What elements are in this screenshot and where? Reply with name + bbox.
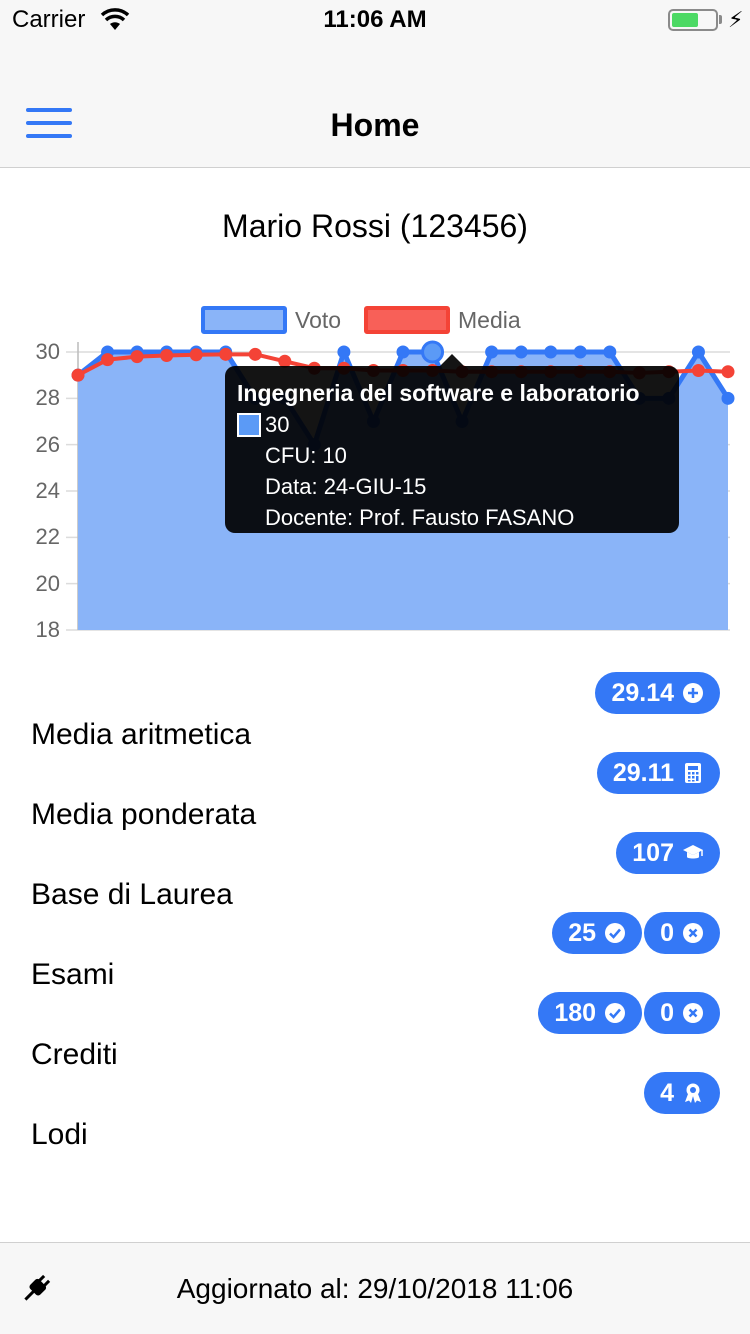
tooltip-date: Data: 24-GIU-15 <box>265 474 427 499</box>
base-laurea-badge[interactable]: 107 <box>616 832 720 874</box>
y-tick-label: 20 <box>35 570 60 596</box>
tooltip-teacher: Docente: Prof. Fausto FASANO <box>265 505 575 530</box>
data-point-media[interactable] <box>248 347 262 361</box>
data-point-voto[interactable] <box>337 345 351 359</box>
crediti-passed-value: 180 <box>554 998 597 1027</box>
tooltip-value-line: 30 <box>237 412 667 438</box>
student-name: Mario Rossi (123456) <box>222 208 528 244</box>
crediti-failed-value: 0 <box>660 998 674 1027</box>
plus-circle-icon <box>683 683 703 703</box>
check-circle-icon <box>605 923 626 943</box>
lodi-badge[interactable]: 4 <box>644 1072 720 1114</box>
crediti-label: Crediti <box>31 1038 118 1071</box>
check-circle-icon <box>605 1003 626 1023</box>
stat-lodi: Lodi 4 <box>0 1072 750 1152</box>
base-laurea-value: 107 <box>632 838 674 867</box>
y-tick-label: 26 <box>35 431 60 457</box>
tooltip-arrow <box>440 354 464 366</box>
esami-failed-value: 0 <box>660 918 674 947</box>
battery-fill <box>672 13 698 27</box>
data-point-media[interactable] <box>160 348 174 362</box>
data-point-voto[interactable] <box>691 345 705 359</box>
x-circle-icon <box>683 1003 703 1023</box>
lodi-value: 4 <box>660 1078 674 1107</box>
y-tick-label: 22 <box>35 524 60 550</box>
media-ponderata-label: Media ponderata <box>31 798 257 831</box>
data-point-media[interactable] <box>71 368 85 382</box>
data-point-voto[interactable] <box>603 345 617 359</box>
media-aritmetica-value: 29.14 <box>611 678 674 707</box>
media-ponderata-value: 29.11 <box>612 758 674 787</box>
tooltip-cfu: CFU: 10 <box>265 443 347 468</box>
y-tick-label: 28 <box>35 385 60 411</box>
footer-bar: Aggiornato al: 29/10/2018 11:06 <box>0 1242 750 1334</box>
data-point-voto[interactable] <box>485 345 499 359</box>
base-laurea-label: Base di Laurea <box>31 878 233 911</box>
x-circle-icon <box>683 923 703 943</box>
crediti-failed-badge[interactable]: 0 <box>644 992 720 1034</box>
data-point-media[interactable] <box>691 364 705 378</box>
calculator-icon <box>685 763 701 783</box>
data-point-media[interactable] <box>189 348 203 362</box>
media-aritmetica-badge[interactable]: 29.14 <box>595 672 720 714</box>
stat-crediti: Crediti 180 0 <box>0 992 750 1072</box>
media-aritmetica-label: Media aritmetica <box>31 718 252 751</box>
charging-bolt-icon: ⚡︎ <box>728 7 744 32</box>
data-point-media[interactable] <box>101 353 115 367</box>
navigation-bar: Home <box>0 40 750 168</box>
stat-base-laurea: Base di Laurea 107 <box>0 832 750 912</box>
media-ponderata-badge[interactable]: 29.11 <box>596 752 720 794</box>
battery-cap <box>719 15 722 24</box>
data-point-voto[interactable] <box>573 345 587 359</box>
data-point-voto[interactable] <box>544 345 558 359</box>
esami-label: Esami <box>31 958 115 991</box>
y-tick-label: 18 <box>35 617 60 642</box>
data-point-voto[interactable] <box>721 391 735 405</box>
graduation-cap-icon <box>683 845 703 859</box>
esami-passed-badge[interactable]: 25 <box>552 912 643 954</box>
battery-icon <box>668 9 718 31</box>
award-ribbon-icon <box>685 1083 701 1103</box>
data-point-voto[interactable] <box>396 345 410 359</box>
clock: 11:06 AM <box>323 6 427 33</box>
y-tick-label: 30 <box>35 339 60 364</box>
last-updated-label: Aggiornato al: 29/10/2018 11:06 <box>176 1273 574 1304</box>
data-point-media[interactable] <box>219 347 233 361</box>
status-bar: Carrier 11:06 AM ⚡︎ <box>0 0 750 40</box>
lodi-label: Lodi <box>31 1118 88 1151</box>
y-tick-label: 24 <box>35 478 60 503</box>
crediti-passed-badge[interactable]: 180 <box>538 992 643 1034</box>
tooltip-value: 30 <box>265 412 290 437</box>
esami-passed-value: 25 <box>568 918 597 947</box>
stat-esami: Esami 25 0 <box>0 912 750 992</box>
tooltip-title: Ingegneria del software e laboratorio <box>237 380 640 406</box>
data-point-voto[interactable] <box>514 345 528 359</box>
esami-failed-badge[interactable]: 0 <box>644 912 720 954</box>
stat-media-ponderata: Media ponderata 29.11 <box>0 752 750 832</box>
data-point-media[interactable] <box>130 350 144 364</box>
data-point-media[interactable] <box>721 365 735 379</box>
stat-media-aritmetica: Media aritmetica 29.14 <box>0 672 750 752</box>
page-title: Home <box>330 107 420 143</box>
tooltip-swatch <box>237 413 261 437</box>
chart-tooltip: Ingegneria del software e laboratorio 30… <box>225 366 679 533</box>
